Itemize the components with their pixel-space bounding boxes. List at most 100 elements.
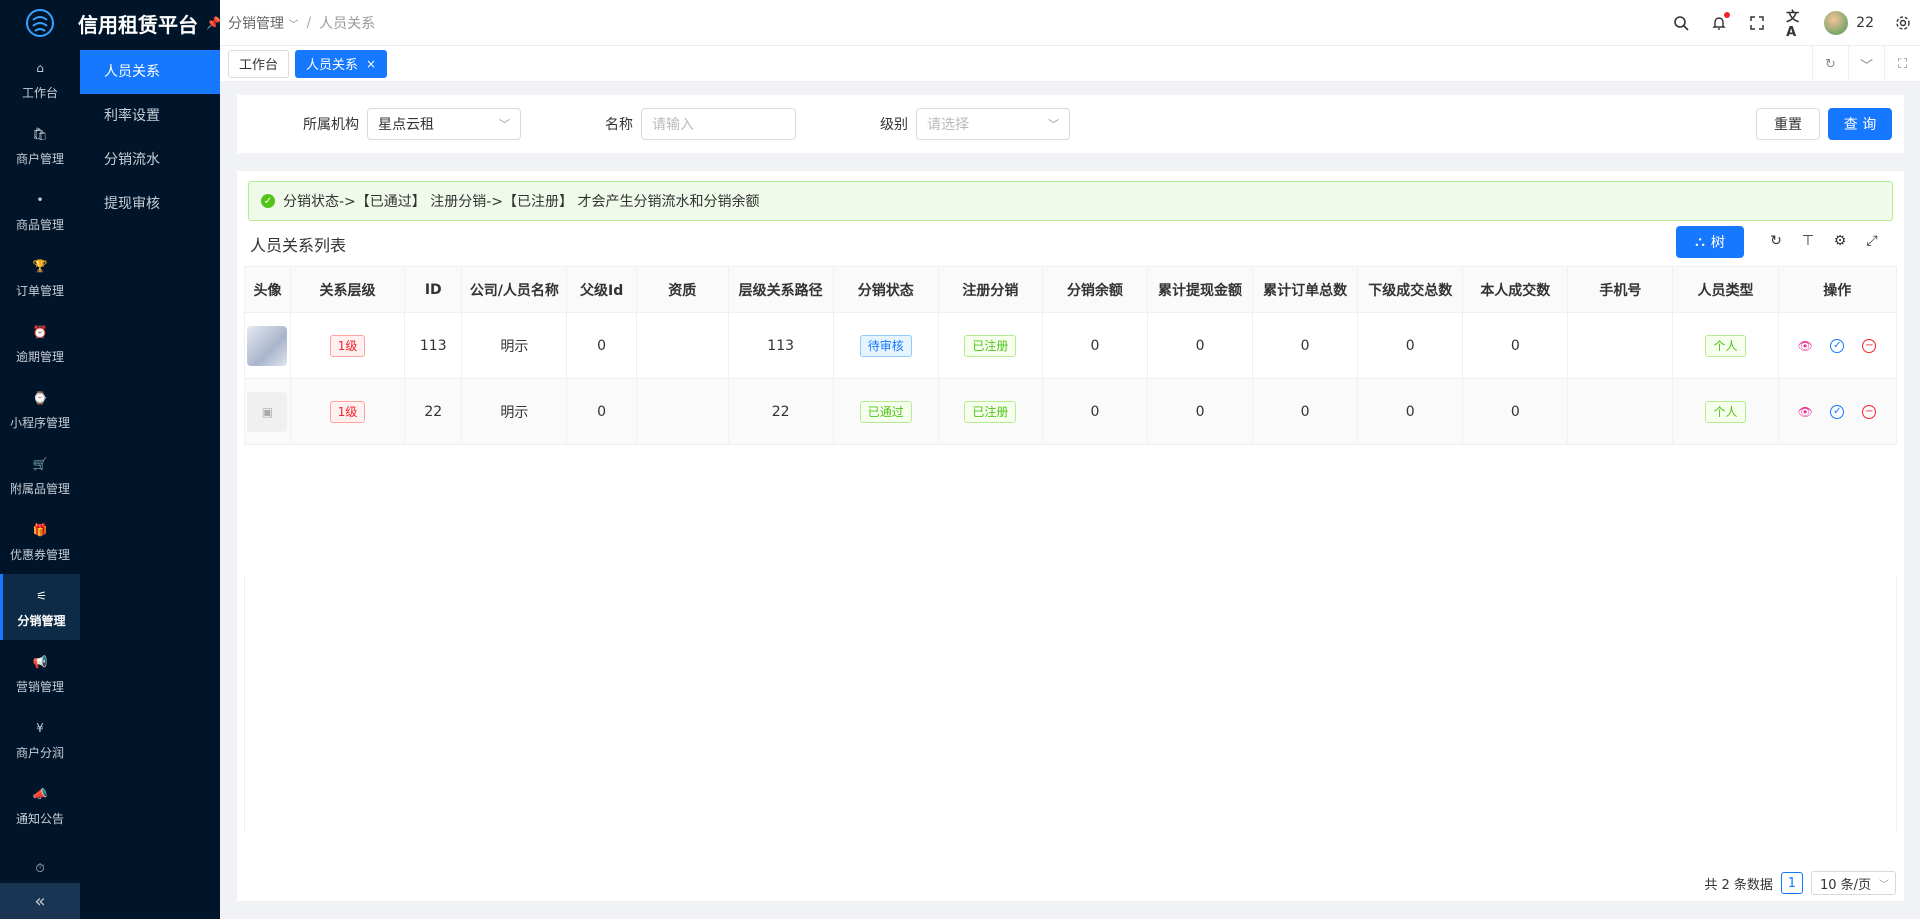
tab-workbench[interactable]: 工作台 — [228, 49, 290, 78]
search-button[interactable]: 查 询 — [1828, 108, 1892, 140]
check-circle-icon[interactable]: ✓ — [1830, 404, 1845, 419]
rail-item-11[interactable]: 📣 通知公告 — [0, 772, 80, 838]
rail-item-2[interactable]: • 商品管理 — [0, 178, 80, 244]
pin-icon[interactable]: 📌 — [206, 16, 221, 30]
column-header: 注册分销 — [937, 266, 1043, 313]
top-bar: 分销管理 ﹀ / 人员关系 文A 22 — [220, 0, 1920, 46]
home-icon: ⌂ — [36, 60, 44, 75]
maximize-icon[interactable]: ⛶ — [1884, 46, 1920, 82]
table-cell: 0 — [1041, 378, 1148, 445]
relationship-table: 头像 关系层级 ID 公司/人员名称 父级Id 资质 层级关系路径 分销状态 注册分销 分销余额累… — [244, 266, 1898, 445]
subnav-item-2[interactable]: 分销流水 — [80, 138, 220, 182]
rail-item-10[interactable]: ¥ 商户分润 — [0, 706, 80, 772]
table-cell: 0 — [1252, 378, 1359, 445]
register-tag: 已注册 — [964, 400, 1017, 423]
chevron-down-icon: ﹀ — [288, 19, 299, 31]
table-cell: 0 — [1357, 312, 1464, 379]
page-size-select[interactable]: 10 条/页 ﹀ — [1810, 871, 1896, 895]
check-circle-icon[interactable]: ✓ — [1830, 338, 1845, 353]
column-header: 公司/人员名称 — [461, 266, 568, 313]
subnav-item-3[interactable]: 提现审核 — [80, 182, 220, 226]
refresh-icon[interactable]: ↻ — [1812, 46, 1848, 82]
rail-item-8[interactable]: ⚟ 分销管理 — [0, 574, 80, 640]
chevron-down-icon: ﹀ — [1879, 879, 1889, 891]
subnav-item-1[interactable]: 利率设置 — [80, 94, 220, 138]
column-settings-icon[interactable]: ⚙ — [1831, 230, 1849, 252]
close-icon[interactable]: × — [366, 57, 376, 71]
gear-icon[interactable] — [1894, 14, 1912, 32]
status-tag: 已通过 — [859, 400, 912, 423]
column-header: 层级关系路径 — [727, 266, 834, 313]
column-header: 操作 — [1777, 266, 1898, 313]
breadcrumb-parent[interactable]: 分销管理 ﹀ — [228, 13, 298, 33]
bag-icon: 🛍 — [32, 126, 48, 141]
density-icon[interactable]: ⊤ — [1799, 230, 1817, 252]
chevron-down-icon[interactable]: ﹀ — [1848, 46, 1884, 82]
level-tag: 1级 — [329, 334, 366, 357]
image-placeholder-icon[interactable]: ▣ — [247, 391, 288, 432]
tab-relationship[interactable]: 人员关系 × — [295, 49, 388, 78]
org-select[interactable]: 星点云租 ﹀ — [367, 108, 521, 140]
table-cell: 0 — [566, 378, 637, 445]
chevron-down-icon: ﹀ — [1048, 118, 1059, 131]
cart-icon: 🛒 — [32, 456, 48, 471]
sliders-icon: ⚟ — [36, 588, 47, 603]
table-cell: 0 — [1252, 312, 1359, 379]
table-cell: 113 — [727, 312, 834, 379]
fullscreen-icon[interactable] — [1748, 14, 1766, 32]
main-rail: ⌂ 工作台 🛍 商户管理 • 商品管理 🏆 订单管理 ⏰ 逾期管理 ⌚ 小程序管理 🛒 附属品管理 🎁 优惠券… — [0, 0, 80, 919]
column-header: 分销状态 — [832, 266, 939, 313]
eye-icon[interactable]: 👁 — [1798, 405, 1813, 419]
reload-icon[interactable]: ↻ — [1767, 230, 1785, 252]
table-cell: 已注册 — [937, 378, 1043, 445]
row-sub-deals: 0 — [1405, 337, 1415, 354]
rail-item-4[interactable]: ⏰ 逾期管理 — [0, 310, 80, 376]
avatar[interactable] — [247, 325, 288, 366]
org-label: 所属机构 — [303, 117, 359, 133]
pagination-page-1[interactable]: 1 — [1780, 872, 1803, 894]
rail-item-5[interactable]: ⌚ 小程序管理 — [0, 376, 80, 442]
yen-icon: ¥ — [36, 720, 44, 735]
rail-item-3[interactable]: 🏆 订单管理 — [0, 244, 80, 310]
collapse-sidebar-button[interactable]: « — [0, 883, 80, 919]
translate-icon[interactable]: 文A — [1786, 10, 1804, 40]
avatar[interactable] — [1824, 11, 1849, 35]
search-icon[interactable] — [1672, 14, 1690, 32]
column-header: 累计订单总数 — [1252, 266, 1359, 313]
rail-item-9[interactable]: 📢 营销管理 — [0, 640, 80, 706]
name-input[interactable]: 请输入 — [641, 108, 796, 140]
rail-item-7[interactable]: 🎁 优惠券管理 — [0, 508, 80, 574]
minus-circle-icon[interactable]: − — [1862, 338, 1877, 353]
rail-item-label: 商户管理 — [15, 151, 64, 166]
fullscreen-icon[interactable]: ⤢ — [1863, 230, 1881, 252]
user-name[interactable]: 22 — [1856, 15, 1874, 31]
reset-button[interactable]: 重置 — [1756, 108, 1820, 140]
eye-icon[interactable]: 👁 — [1798, 339, 1813, 353]
rail-item-6[interactable]: 🛒 附属品管理 — [0, 442, 80, 508]
pagination: 共 2 条数据 1 10 条/页 ﹀ — [1704, 871, 1896, 895]
tree-button[interactable]: ⛬ 树 — [1676, 226, 1744, 258]
level-tag: 1级 — [329, 400, 366, 423]
app-title-text: 信用租赁平台 — [78, 12, 198, 37]
breadcrumb-current: 人员关系 — [319, 15, 376, 32]
row-path: 22 — [771, 403, 790, 420]
breadcrumb: 分销管理 ﹀ / 人员关系 — [228, 13, 375, 33]
rail-item-label: 分销管理 — [17, 613, 66, 628]
check-circle-icon: ✓ — [261, 194, 275, 208]
table-cell — [244, 312, 291, 379]
rail-item-1[interactable]: 🛍 商户管理 — [0, 112, 80, 178]
type-tag: 个人 — [1705, 334, 1746, 357]
column-header: 人员类型 — [1672, 266, 1779, 313]
level-select-placeholder: 请选择 — [927, 117, 969, 133]
row-withdraw: 0 — [1195, 403, 1205, 420]
sub-navigation: 信用租赁平台 📌 人员关系 利率设置 分销流水 提现审核 — [78, 0, 221, 919]
notification-dot — [1724, 12, 1731, 18]
level-select[interactable]: 请选择 ﹀ — [916, 108, 1070, 140]
rail-item-0[interactable]: ⌂ 工作台 — [0, 46, 80, 112]
subnav-item-0[interactable]: 人员关系 — [80, 50, 220, 94]
column-header: 父级Id — [566, 266, 637, 313]
bell-icon[interactable] — [1710, 12, 1731, 32]
app-logo-icon[interactable] — [0, 0, 80, 46]
trophy-icon: 🏆 — [32, 258, 48, 273]
minus-circle-icon[interactable]: − — [1862, 404, 1877, 419]
